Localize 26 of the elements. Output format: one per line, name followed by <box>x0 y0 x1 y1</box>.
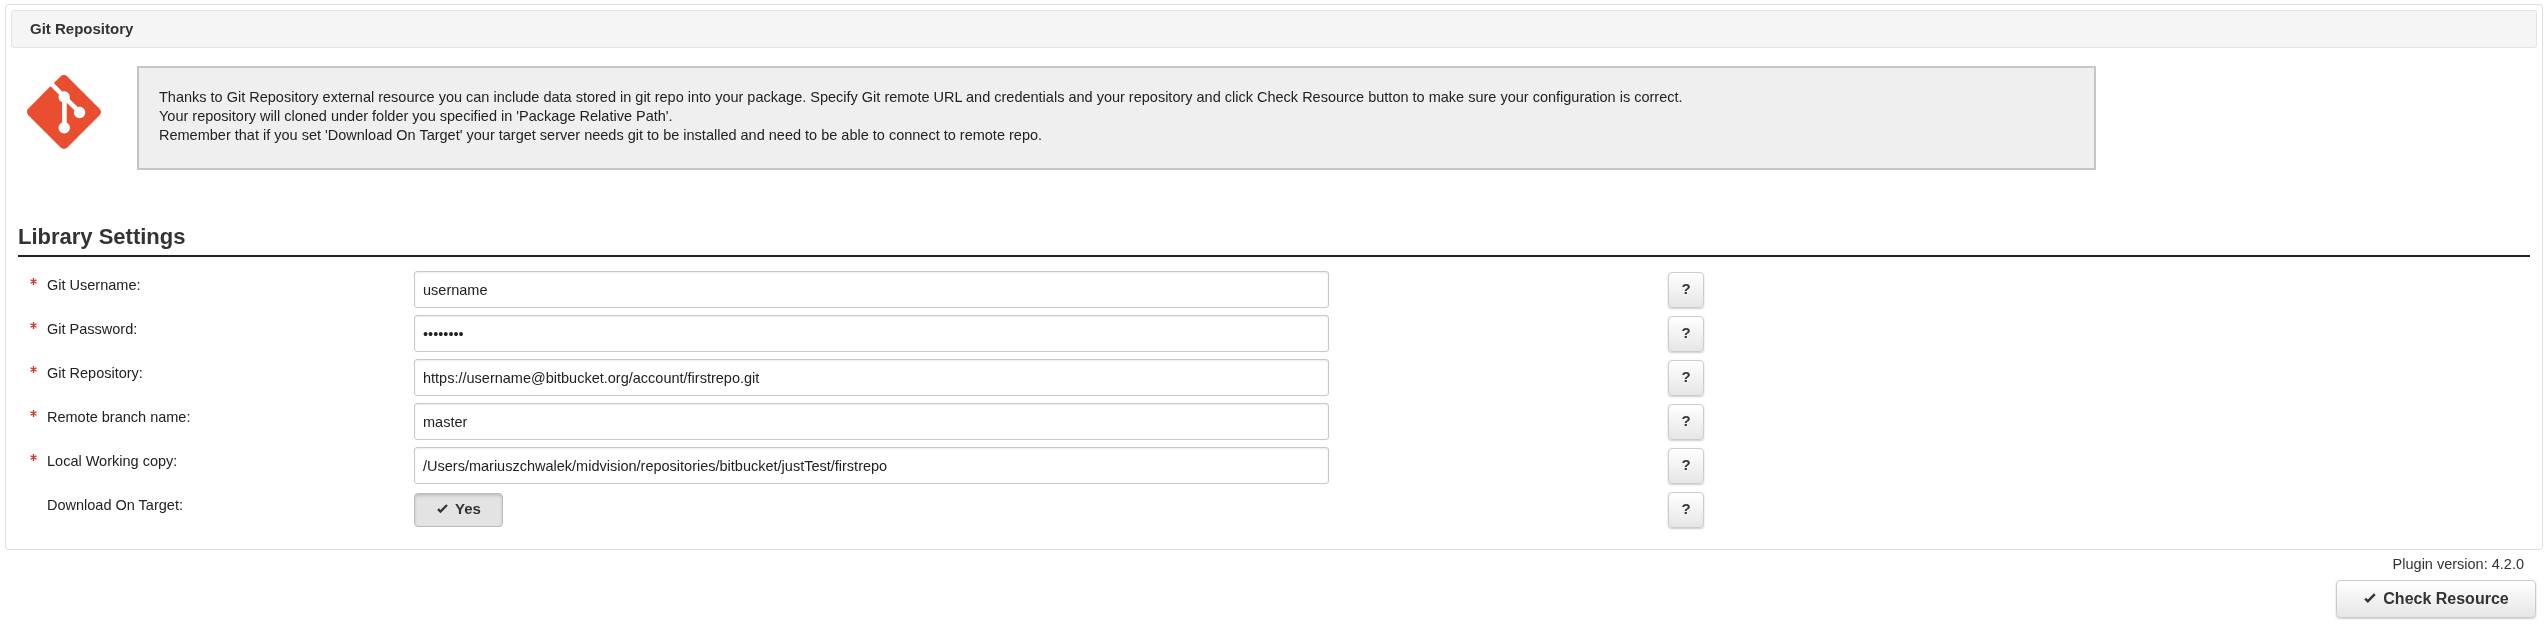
field-label: Git Username: <box>47 276 141 295</box>
text-field[interactable]: •••••••• <box>414 315 1329 352</box>
field-label: Local Working copy: <box>47 452 178 471</box>
text-field[interactable]: https://username@bitbucket.org/account/firstrepo.git <box>414 359 1329 396</box>
help-button[interactable]: ? <box>1668 403 1704 440</box>
field-label: Download On Target: <box>47 496 183 515</box>
help-button[interactable]: ? <box>1668 359 1704 396</box>
check-icon <box>2363 591 2378 606</box>
text-field[interactable]: master <box>414 403 1329 440</box>
help-button[interactable]: ? <box>1668 315 1704 352</box>
check-icon <box>436 503 450 516</box>
check-resource-button[interactable]: Check Resource <box>2336 579 2536 618</box>
field-label: Remote branch name: <box>47 408 191 427</box>
field-label: Git Repository: <box>47 364 143 383</box>
plugin-version: Plugin version: 4.2.0 <box>2392 555 2524 574</box>
help-button[interactable]: ? <box>1668 491 1704 528</box>
field-label: Git Password: <box>47 320 138 339</box>
text-field[interactable]: username <box>414 271 1329 308</box>
toggle-button[interactable]: Yes <box>414 492 503 527</box>
help-button[interactable]: ? <box>1668 271 1704 308</box>
info-text: Thanks to Git Repository external resource you can include data stored in git repo into your package. Specify Git remote URL and credentials and your repository and click Check Resource button to make sure your configuration is correct. Your repository will cloned under folder you specified in 'Package Relative Path'. Remember that if you set 'Download On Target' your target server needs git to be installed and need to be able to connect to remote repo. <box>159 88 1684 145</box>
section-title: Library Settings <box>18 224 186 249</box>
panel-title: Git Repository <box>30 18 134 39</box>
git-logo-icon <box>27 75 101 149</box>
help-button[interactable]: ? <box>1668 447 1704 484</box>
text-field[interactable]: /Users/mariuszchwalek/midvision/repositories/bitbucket/justTest/firstrepo <box>414 447 1329 484</box>
